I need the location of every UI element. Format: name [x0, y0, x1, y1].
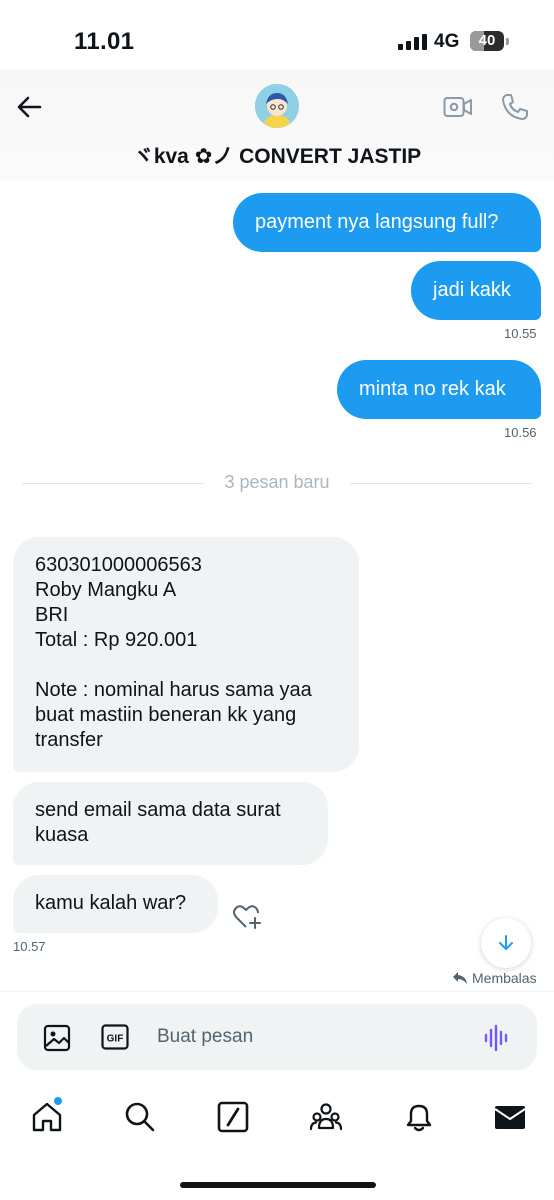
avatar-illustration	[255, 84, 299, 128]
reply-hint[interactable]: Membalas	[452, 970, 537, 986]
phone-call-icon[interactable]	[500, 92, 530, 122]
chat-header: ヾkva ✿ノ CONVERT JASTIP	[0, 70, 554, 180]
reply-hint-label: Membalas	[472, 970, 537, 986]
image-icon[interactable]	[43, 1024, 71, 1052]
message-timestamp: 10.57	[13, 939, 46, 954]
notifications-bell-icon[interactable]	[402, 1100, 436, 1134]
message-input[interactable]	[157, 1004, 457, 1070]
video-call-icon[interactable]	[443, 94, 473, 120]
message-timestamp: 10.56	[504, 425, 537, 440]
chat-title[interactable]: ヾkva ✿ノ CONVERT JASTIP	[0, 140, 554, 170]
grok-icon[interactable]	[216, 1100, 250, 1134]
message-composer: GIF	[17, 1004, 537, 1070]
bottom-navigation	[0, 1086, 554, 1150]
message-bubble-outgoing[interactable]: minta no rek kak	[337, 360, 541, 419]
network-type: 4G	[434, 31, 460, 52]
battery-tip	[506, 38, 509, 45]
avatar[interactable]	[255, 84, 299, 128]
voice-message-icon[interactable]	[483, 1024, 511, 1052]
battery-icon: 40	[470, 31, 504, 51]
signal-icon	[398, 34, 427, 50]
reply-icon	[453, 972, 467, 984]
message-timestamp: 10.55	[504, 326, 537, 341]
home-icon[interactable]	[30, 1100, 64, 1134]
svg-text:GIF: GIF	[107, 1034, 124, 1045]
home-notification-dot	[54, 1097, 62, 1105]
arrow-down-icon	[499, 935, 513, 950]
back-arrow-icon[interactable]	[12, 90, 46, 124]
home-indicator	[180, 1182, 376, 1188]
scroll-to-bottom-button[interactable]	[481, 918, 531, 968]
message-bubble-outgoing[interactable]: payment nya langsung full?	[233, 193, 541, 252]
composer-separator	[0, 991, 554, 992]
status-bar: 11.01 4G 40	[0, 0, 554, 80]
messages-envelope-icon[interactable]	[493, 1100, 527, 1134]
message-bubble-outgoing[interactable]: jadi kakk	[411, 261, 541, 320]
message-bubble-incoming[interactable]: 630301000006563 Roby Mangku A BRI Total …	[13, 537, 359, 772]
message-bubble-incoming[interactable]: kamu kalah war?	[13, 875, 218, 933]
gif-icon[interactable]: GIF	[101, 1024, 129, 1050]
search-icon[interactable]	[123, 1100, 157, 1134]
add-reaction-heart-icon[interactable]	[231, 901, 263, 931]
battery-level: 40	[478, 32, 496, 49]
communities-icon[interactable]	[309, 1100, 343, 1134]
message-bubble-incoming[interactable]: send email sama data surat kuasa	[13, 782, 328, 865]
status-time: 11.01	[74, 28, 135, 55]
divider-line	[350, 483, 532, 484]
